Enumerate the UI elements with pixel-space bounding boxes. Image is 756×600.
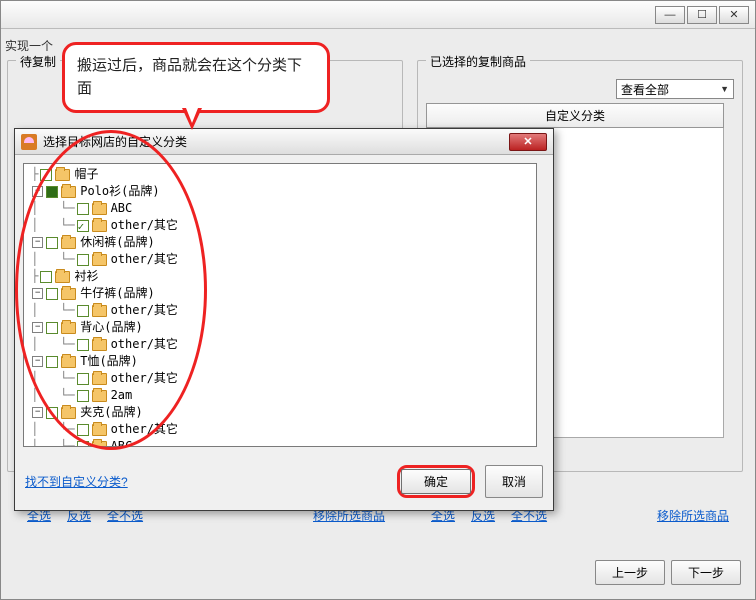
folder-icon <box>61 237 76 249</box>
tree-node-label: 帽子 <box>73 166 98 183</box>
tree-node-label: other/其它 <box>110 370 178 387</box>
checkbox[interactable] <box>77 305 89 317</box>
modal-title-bar: 选择目标网店的自定义分类 ✕ <box>15 129 553 155</box>
tree-node[interactable]: ├帽子 <box>24 166 536 183</box>
tree-node-label: Polo衫(品牌) <box>79 183 159 200</box>
tree-node[interactable]: │ └─ABC <box>24 200 536 217</box>
category-modal: 选择目标网店的自定义分类 ✕ ├帽子 − Polo衫(品牌) │ └─ABC │ … <box>14 128 554 511</box>
cancel-button[interactable]: 取消 <box>485 465 543 498</box>
tree-node-label: T恤(品牌) <box>79 353 138 370</box>
title-bar: — ☐ ✕ <box>1 1 755 29</box>
column-header-category[interactable]: 自定义分类 <box>426 103 724 128</box>
folder-icon <box>92 373 107 385</box>
view-filter-combo[interactable]: 查看全部 ▼ <box>616 79 734 99</box>
collapse-icon[interactable]: − <box>32 322 43 333</box>
modal-close-button[interactable]: ✕ <box>509 133 547 151</box>
tree-node[interactable]: − 背心(品牌) <box>24 319 536 336</box>
modal-app-icon <box>21 134 37 150</box>
tree-node-label: ABC <box>110 200 133 217</box>
folder-icon <box>92 254 107 266</box>
checkbox[interactable] <box>77 424 89 436</box>
modal-title-text: 选择目标网店的自定义分类 <box>43 133 187 150</box>
folder-icon <box>92 424 107 436</box>
annotation-callout-tail-inner <box>186 108 198 123</box>
folder-icon <box>61 356 76 368</box>
category-tree[interactable]: ├帽子 − Polo衫(品牌) │ └─ABC │ └─other/其它 − 休闲裤… <box>23 163 537 447</box>
folder-icon <box>92 305 107 317</box>
checkbox[interactable] <box>77 220 89 232</box>
tree-node[interactable]: │ └─other/其它 <box>24 336 536 353</box>
folder-icon <box>92 203 107 215</box>
folder-icon <box>55 271 70 283</box>
checkbox[interactable] <box>46 186 58 198</box>
checkbox[interactable] <box>46 322 58 334</box>
selected-products-label: 已选择的复制商品 <box>426 53 530 70</box>
ok-button[interactable]: 确定 <box>401 469 471 494</box>
tree-node-label: 2am <box>110 387 133 404</box>
prev-button[interactable]: 上一步 <box>595 560 665 585</box>
tree-node-label: other/其它 <box>110 336 178 353</box>
folder-icon <box>92 339 107 351</box>
folder-icon <box>61 288 76 300</box>
folder-icon <box>61 322 76 334</box>
tree-node[interactable]: − 牛仔裤(品牌) <box>24 285 536 302</box>
tree-node[interactable]: │ └─other/其它 <box>24 217 536 234</box>
checkbox[interactable] <box>46 407 58 419</box>
tree-node-label: other/其它 <box>110 217 178 234</box>
tree-node-label: other/其它 <box>110 421 178 438</box>
tree-node[interactable]: − 夹克(品牌) <box>24 404 536 421</box>
tree-node-label: ABC <box>110 438 133 447</box>
checkbox[interactable] <box>40 271 52 283</box>
tree-node[interactable]: │ └─other/其它 <box>24 302 536 319</box>
collapse-icon[interactable]: − <box>32 356 43 367</box>
tree-node[interactable]: − Polo衫(品牌) <box>24 183 536 200</box>
collapse-icon[interactable]: − <box>32 288 43 299</box>
view-filter-value: 查看全部 <box>621 81 669 98</box>
tree-node[interactable]: − T恤(品牌) <box>24 353 536 370</box>
minimize-button[interactable]: — <box>655 6 685 24</box>
tree-node[interactable]: │ └─other/其它 <box>24 251 536 268</box>
tree-node-label: 衬衫 <box>73 268 98 285</box>
window-close-button[interactable]: ✕ <box>719 6 749 24</box>
folder-icon <box>92 390 107 402</box>
tree-node[interactable]: ├衬衫 <box>24 268 536 285</box>
checkbox[interactable] <box>77 373 89 385</box>
tree-node-label: 夹克(品牌) <box>79 404 142 421</box>
annotation-callout: 搬运过后，商品就会在这个分类下面 <box>62 42 330 113</box>
checkbox[interactable] <box>77 203 89 215</box>
folder-icon <box>61 186 76 198</box>
folder-icon <box>55 169 70 181</box>
tree-node-label: other/其它 <box>110 302 178 319</box>
ok-highlight: 确定 <box>397 465 475 498</box>
help-link[interactable]: 找不到自定义分类? <box>25 473 128 490</box>
tree-node[interactable]: │ └─2am <box>24 387 536 404</box>
checkbox[interactable] <box>77 441 89 448</box>
tree-node[interactable]: │ └─ABC <box>24 438 536 447</box>
folder-icon <box>61 407 76 419</box>
checkbox[interactable] <box>77 254 89 266</box>
tree-node-label: other/其它 <box>110 251 178 268</box>
checkbox[interactable] <box>77 390 89 402</box>
tree-node-label: 背心(品牌) <box>79 319 142 336</box>
tree-node[interactable]: │ └─other/其它 <box>24 421 536 438</box>
folder-icon <box>92 441 107 448</box>
tree-node[interactable]: − 休闲裤(品牌) <box>24 234 536 251</box>
right-remove-link[interactable]: 移除所选商品 <box>657 507 729 524</box>
folder-icon <box>92 220 107 232</box>
checkbox[interactable] <box>77 339 89 351</box>
tree-node-label: 牛仔裤(品牌) <box>79 285 154 302</box>
checkbox[interactable] <box>40 169 52 181</box>
checkbox[interactable] <box>46 288 58 300</box>
tree-node[interactable]: │ └─other/其它 <box>24 370 536 387</box>
collapse-icon[interactable]: − <box>32 407 43 418</box>
checkbox[interactable] <box>46 356 58 368</box>
collapse-icon[interactable]: − <box>32 186 43 197</box>
maximize-button[interactable]: ☐ <box>687 6 717 24</box>
collapse-icon[interactable]: − <box>32 237 43 248</box>
tree-node-label: 休闲裤(品牌) <box>79 234 154 251</box>
chevron-down-icon: ▼ <box>720 84 729 94</box>
pending-copy-label: 待复制 <box>16 53 60 70</box>
next-button[interactable]: 下一步 <box>671 560 741 585</box>
checkbox[interactable] <box>46 237 58 249</box>
